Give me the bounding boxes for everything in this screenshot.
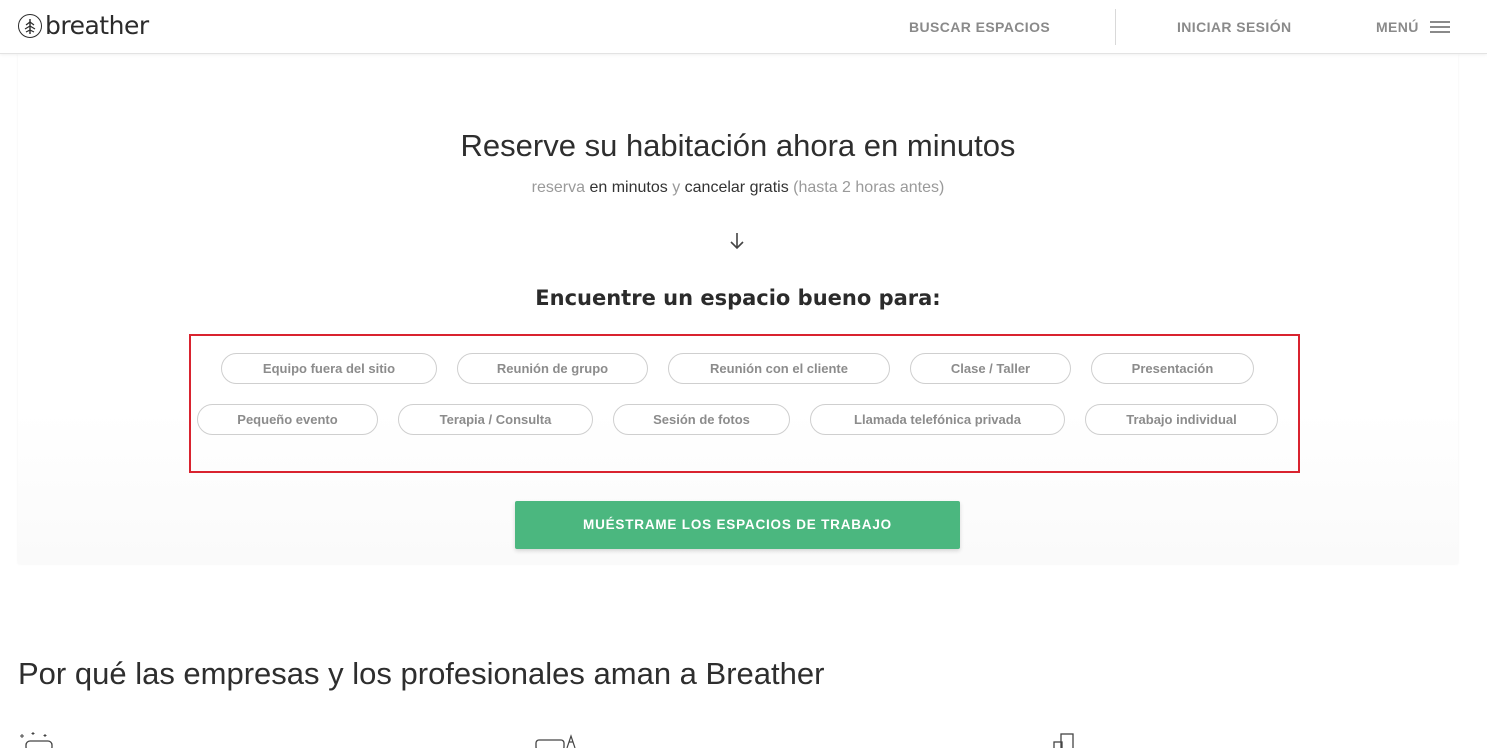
chip-equipo-fuera[interactable]: Equipo fuera del sitio xyxy=(221,353,437,384)
chip-terapia-consulta[interactable]: Terapia / Consulta xyxy=(398,404,593,435)
site-header: breather BUSCAR ESPACIOS INICIAR SESIÓN … xyxy=(0,0,1487,54)
tree-logo-icon xyxy=(18,14,42,38)
chip-clase-taller[interactable]: Clase / Taller xyxy=(910,353,1071,384)
show-workspaces-button[interactable]: MUÉSTRAME LOS ESPACIOS DE TRABAJO xyxy=(515,501,960,549)
chip-pequeno-evento[interactable]: Pequeño evento xyxy=(197,404,378,435)
sparkle-icon xyxy=(18,730,58,748)
subtitle-part: y xyxy=(672,179,681,196)
find-space-title: Encuentre un espacio bueno para: xyxy=(535,286,941,310)
building-icon xyxy=(1053,730,1079,748)
nav-divider xyxy=(1115,9,1116,45)
subtitle-part: reserva xyxy=(531,179,586,196)
chip-llamada-privada[interactable]: Llamada telefónica privada xyxy=(810,404,1065,435)
nav-login[interactable]: INICIAR SESIÓN xyxy=(1177,19,1292,35)
use-case-chip-group: Equipo fuera del sitio Reunión de grupo … xyxy=(189,334,1300,473)
hero-subtitle: reserva en minutos y cancelar gratis (ha… xyxy=(18,179,1458,197)
nav-search-spaces[interactable]: BUSCAR ESPACIOS xyxy=(909,19,1050,35)
chip-reunion-cliente[interactable]: Reunión con el cliente xyxy=(668,353,890,384)
hero-title: Reserve su habitación ahora en minutos xyxy=(460,128,1016,163)
hero-card: Reserve su habitación ahora en minutos r… xyxy=(18,54,1458,564)
chip-sesion-fotos[interactable]: Sesión de fotos xyxy=(613,404,790,435)
chip-reunion-grupo[interactable]: Reunión de grupo xyxy=(457,353,648,384)
why-breather-title: Por qué las empresas y los profesionales… xyxy=(18,656,825,691)
furniture-icon xyxy=(535,730,581,748)
chip-presentacion[interactable]: Presentación xyxy=(1091,353,1254,384)
subtitle-part: (hasta 2 horas antes) xyxy=(793,179,945,196)
hamburger-icon xyxy=(1429,21,1450,33)
chip-trabajo-individual[interactable]: Trabajo individual xyxy=(1085,404,1278,435)
subtitle-part: en minutos xyxy=(589,179,668,196)
logo-text: breather xyxy=(45,11,149,40)
menu-label: MENÚ xyxy=(1376,19,1419,35)
subtitle-part: cancelar gratis xyxy=(684,179,789,196)
nav-menu-button[interactable]: MENÚ xyxy=(1376,19,1450,35)
logo-link[interactable]: breather xyxy=(18,12,149,40)
arrow-down-icon xyxy=(728,231,746,256)
